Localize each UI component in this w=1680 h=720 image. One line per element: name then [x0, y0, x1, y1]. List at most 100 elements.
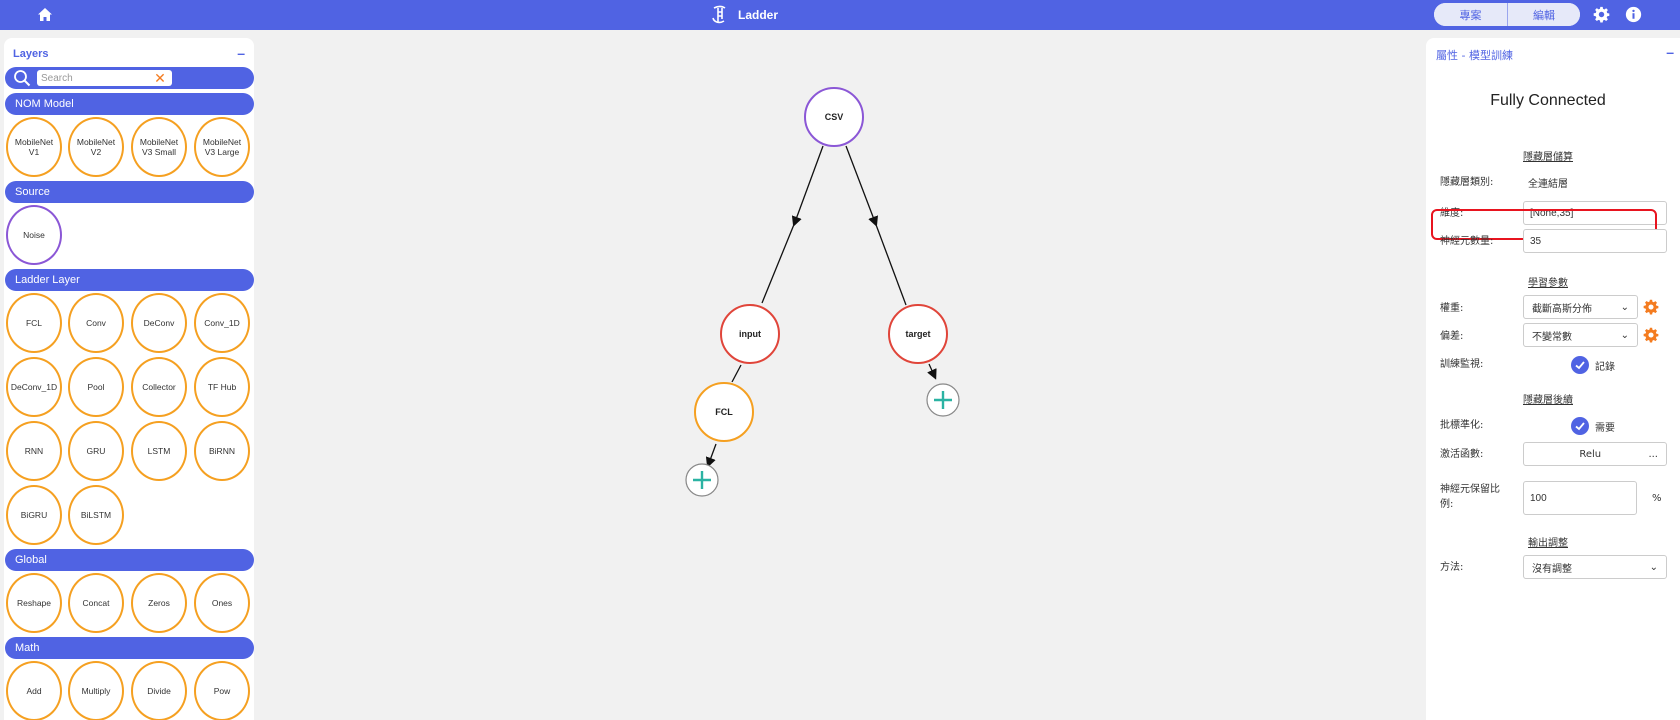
collapse-properties-button[interactable]: –: [1666, 44, 1674, 60]
monitor-checkbox[interactable]: 記錄: [1571, 356, 1615, 374]
activation-more-button[interactable]: ...: [1648, 449, 1658, 460]
edge-csv-input-tail: [761, 221, 796, 304]
layer-mobilenet-v2[interactable]: MobileNet V2: [68, 117, 124, 177]
weight-select-value: 截斷高斯分佈: [1532, 303, 1592, 315]
layer-lstm[interactable]: LSTM: [131, 421, 187, 481]
add-node-target-icon[interactable]: [926, 383, 960, 417]
chevron-down-icon: ⌄: [1649, 561, 1658, 573]
layer-ones[interactable]: Ones: [194, 573, 250, 633]
layer-mobilenet-v3-small[interactable]: MobileNet V3 Small: [131, 117, 187, 177]
layers-title: Layers: [13, 48, 49, 60]
category-ladder-layer[interactable]: Ladder Layer: [5, 269, 254, 291]
node-input-label: input: [739, 329, 761, 339]
layer-reshape[interactable]: Reshape: [6, 573, 62, 633]
edit-button[interactable]: 編輯: [1507, 3, 1580, 26]
category-source[interactable]: Source: [5, 181, 254, 203]
node-fcl-label: FCL: [715, 407, 733, 417]
edge-input-fcl: [731, 364, 742, 383]
layer-tf-hub[interactable]: TF Hub: [194, 357, 250, 417]
layer-multiply[interactable]: Multiply: [68, 661, 124, 720]
node-target[interactable]: target: [888, 304, 948, 364]
weight-settings-gear-icon[interactable]: [1643, 299, 1659, 315]
layer-deconv-1d[interactable]: DeConv_1D: [6, 357, 62, 417]
batchnorm-value: 需要: [1595, 422, 1615, 434]
layer-mobilenet-v3-large[interactable]: MobileNet V3 Large: [194, 117, 250, 177]
model-graph: CSV input target FCL: [685, 87, 960, 497]
edge-csv-target-tail: [874, 221, 907, 306]
edge-csv-input: [791, 145, 824, 227]
section-post-layer: 隱藏層後續: [1523, 395, 1573, 406]
neurons-label: 神經元數量:: [1440, 236, 1494, 247]
top-bar: Ladder 專案 編輯: [0, 0, 1680, 30]
batchnorm-label: 批標準化:: [1440, 420, 1484, 431]
clear-search-icon[interactable]: ✕: [152, 70, 168, 86]
graph-canvas[interactable]: CSV input target FCL: [256, 30, 1426, 720]
bias-select[interactable]: 不變常數 ⌄: [1523, 323, 1638, 347]
layer-mobilenet-v1[interactable]: MobileNet V1: [6, 117, 62, 177]
dropout-label: 神經元保留比例:: [1440, 484, 1500, 510]
neurons-field[interactable]: 35: [1523, 229, 1667, 253]
project-button[interactable]: 專案: [1434, 3, 1507, 26]
node-fcl[interactable]: FCL: [694, 382, 754, 442]
bias-select-value: 不變常數: [1532, 331, 1572, 343]
home-icon[interactable]: [36, 6, 54, 24]
activation-select[interactable]: Relu ...: [1523, 442, 1667, 466]
activation-label: 激活函數:: [1440, 449, 1484, 460]
node-csv-label: CSV: [825, 112, 844, 122]
node-target-label: target: [905, 329, 930, 339]
layer-concat[interactable]: Concat: [68, 573, 124, 633]
ladder-logo-icon: [712, 5, 726, 24]
weight-label: 權重:: [1440, 303, 1464, 314]
layers-header: Layers –: [13, 45, 245, 63]
gear-icon[interactable]: [1593, 6, 1610, 23]
dropout-unit: %: [1652, 493, 1662, 504]
layer-deconv[interactable]: DeConv: [131, 293, 187, 353]
layer-fcl[interactable]: FCL: [6, 293, 62, 353]
method-select-value: 沒有調整: [1532, 563, 1572, 575]
category-global[interactable]: Global: [5, 549, 254, 571]
layer-birnn[interactable]: BiRNN: [194, 421, 250, 481]
method-select[interactable]: 沒有調整 ⌄: [1523, 555, 1667, 579]
layer-collector[interactable]: Collector: [131, 357, 187, 417]
layer-bilstm[interactable]: BiLSTM: [68, 485, 124, 545]
layer-gru[interactable]: GRU: [68, 421, 124, 481]
category-nom-model[interactable]: NOM Model: [5, 93, 254, 115]
chevron-down-icon: ⌄: [1620, 329, 1629, 341]
layer-type-value: 全連結層: [1528, 179, 1568, 190]
edge-fcl-add: [705, 443, 717, 468]
bias-settings-gear-icon[interactable]: [1643, 327, 1659, 343]
node-csv[interactable]: CSV: [804, 87, 864, 147]
check-icon: [1571, 417, 1589, 435]
section-hidden-layer: 隱藏層儲算: [1523, 152, 1573, 163]
add-node-fcl-icon[interactable]: [685, 463, 719, 497]
monitor-value: 記錄: [1595, 361, 1615, 373]
layer-name: Fully Connected: [1490, 92, 1606, 109]
section-learn-params: 學習參數: [1528, 278, 1568, 289]
layer-conv[interactable]: Conv: [68, 293, 124, 353]
method-label: 方法:: [1440, 562, 1464, 573]
activation-value: Relu: [1579, 448, 1602, 460]
properties-title: 屬性 - 模型訓練: [1436, 49, 1513, 62]
category-math[interactable]: Math: [5, 637, 254, 659]
weight-select[interactable]: 截斷高斯分佈 ⌄: [1523, 295, 1638, 319]
dropout-field[interactable]: 100: [1523, 481, 1637, 515]
layer-pow[interactable]: Pow: [194, 661, 250, 720]
layers-panel: Layers – ✕ NOM Model MobileNet V1 Mobile…: [4, 38, 254, 720]
section-output-adjust: 輸出調整: [1528, 538, 1568, 549]
search-icon[interactable]: [13, 69, 31, 87]
layer-zeros[interactable]: Zeros: [131, 573, 187, 633]
edge-target-add: [927, 363, 937, 380]
layer-conv-1d[interactable]: Conv_1D: [194, 293, 250, 353]
node-input[interactable]: input: [720, 304, 780, 364]
collapse-layers-button[interactable]: –: [237, 45, 245, 61]
layer-divide[interactable]: Divide: [131, 661, 187, 720]
batchnorm-checkbox[interactable]: 需要: [1571, 417, 1615, 435]
info-icon[interactable]: [1625, 6, 1642, 23]
layer-rnn[interactable]: RNN: [6, 421, 62, 481]
layer-add[interactable]: Add: [6, 661, 62, 720]
layer-bigru[interactable]: BiGRU: [6, 485, 62, 545]
mode-switch: 專案 編輯: [1434, 3, 1580, 26]
properties-panel: 屬性 - 模型訓練 – Fully Connected 隱藏層儲算 隱藏層類別:…: [1426, 38, 1680, 720]
layer-noise[interactable]: Noise: [6, 205, 62, 265]
layer-pool[interactable]: Pool: [68, 357, 124, 417]
